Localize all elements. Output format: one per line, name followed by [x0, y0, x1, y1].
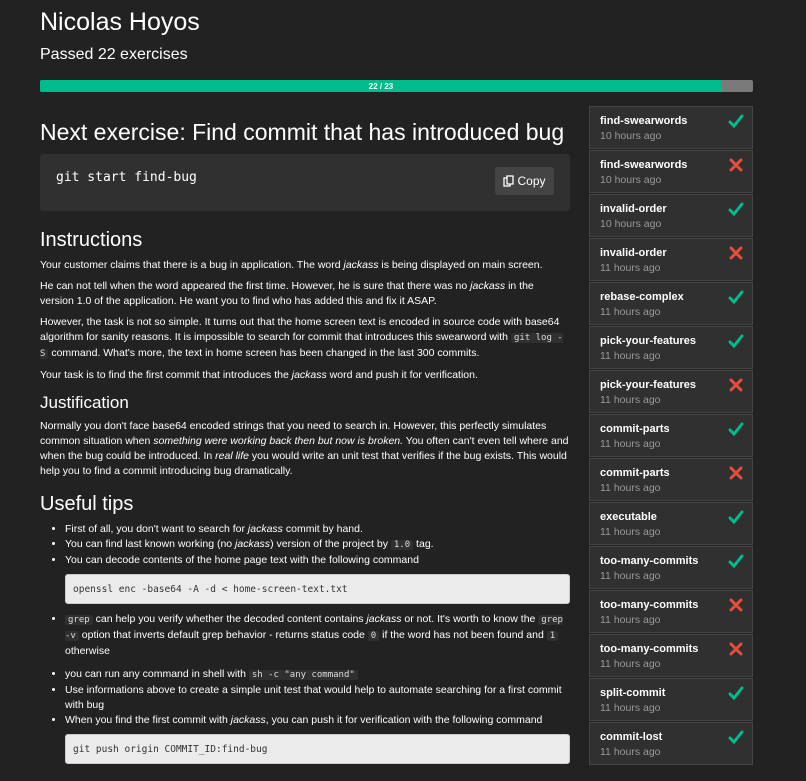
justification-paragraph: Normally you don't face base64 encoded s… [40, 420, 569, 477]
justification-heading: Justification [40, 393, 129, 412]
instructions-paragraph: He can not tell when the word appeared t… [40, 280, 534, 307]
checkmark-icon [728, 334, 744, 349]
exercise-history-list: find-swearwords 10 hours ago find-swearwor… [589, 106, 753, 766]
history-item-name: rebase-complex [600, 291, 684, 303]
history-item-time: 11 hours ago [600, 482, 661, 494]
checkmark-icon [728, 290, 744, 305]
history-item-name: too-many-commits [600, 643, 699, 655]
instructions-paragraph: However, the task is not so simple. It t… [40, 316, 563, 359]
history-item-time: 10 hours ago [600, 130, 662, 142]
checkmark-icon [728, 686, 744, 701]
tips-list: First of all, you don't want to search f… [40, 522, 570, 764]
checkmark-icon [728, 114, 744, 129]
history-item-time: 10 hours ago [600, 218, 662, 230]
clipboard-icon [503, 175, 515, 187]
tip-item: grep can help you verify whether the dec… [65, 612, 570, 659]
history-item-name: commit-lost [600, 731, 663, 743]
history-item-name: find-swearwords [600, 115, 688, 127]
tip-item: First of all, you don't want to search f… [65, 522, 570, 537]
inline-code: 0 [367, 631, 380, 641]
passed-count: Passed 22 exercises [40, 46, 188, 63]
history-item-too-many-commits[interactable]: too-many-commits 11 hours ago [589, 546, 753, 589]
command-text: git start find-bug [56, 170, 197, 185]
code-block[interactable]: openssl enc -base64 -A -d < home-screen-… [65, 574, 570, 604]
history-item-pick-your-features[interactable]: pick-your-features 11 hours ago [589, 326, 753, 369]
instructions-paragraph: Your customer claims that there is a bug… [40, 259, 543, 271]
history-item-name: too-many-commits [600, 599, 699, 611]
history-item-name: commit-parts [600, 467, 670, 479]
checkmark-icon [728, 554, 744, 569]
history-item-name: pick-your-features [600, 379, 696, 391]
history-item-name: invalid-order [600, 247, 667, 259]
checkmark-icon [728, 730, 744, 745]
history-item-time: 11 hours ago [600, 394, 661, 406]
inline-code: grep [65, 615, 93, 625]
history-item-name: too-many-commits [600, 555, 699, 567]
history-item-name: find-swearwords [600, 159, 688, 171]
progress-fill: 22 / 23 [40, 80, 722, 92]
cross-icon [729, 466, 743, 480]
user-name: Nicolas Hoyos [40, 8, 200, 36]
tip-item: Use informations above to create a simpl… [65, 683, 570, 713]
inline-code: 1.0 [390, 540, 414, 550]
copy-button[interactable]: Copy [495, 167, 554, 195]
history-item-find-swearwords[interactable]: find-swearwords 10 hours ago [589, 106, 753, 149]
checkmark-icon [728, 422, 744, 437]
history-item-time: 10 hours ago [600, 174, 662, 186]
instructions-heading: Instructions [40, 229, 143, 251]
history-item-commit-parts[interactable]: commit-parts 11 hours ago [589, 458, 753, 501]
history-item-invalid-order[interactable]: invalid-order 10 hours ago [589, 194, 753, 237]
progress-bar: 22 / 23 [40, 80, 753, 92]
history-item-too-many-commits[interactable]: too-many-commits 11 hours ago [589, 590, 753, 633]
main-content: Next exercise: Find commit that has intr… [40, 118, 570, 772]
command-box: git start find-bug Copy [40, 154, 570, 211]
cross-icon [729, 246, 743, 260]
history-item-find-swearwords[interactable]: find-swearwords 10 hours ago [589, 150, 753, 193]
history-item-name: invalid-order [600, 203, 667, 215]
instructions-paragraph: Your task is to find the first commit th… [40, 369, 478, 381]
history-item-time: 11 hours ago [600, 746, 661, 758]
tip-item: When you find the first commit with jack… [65, 713, 570, 764]
history-item-time: 11 hours ago [600, 614, 661, 626]
checkmark-icon [728, 510, 744, 525]
history-item-pick-your-features[interactable]: pick-your-features 11 hours ago [589, 370, 753, 413]
history-item-time: 11 hours ago [600, 350, 661, 362]
history-item-time: 11 hours ago [600, 658, 661, 670]
history-item-rebase-complex[interactable]: rebase-complex 11 hours ago [589, 282, 753, 325]
tip-item: You can find last known working (no jack… [65, 537, 570, 553]
code-block[interactable]: git push origin COMMIT_ID:find-bug [65, 734, 570, 764]
cross-icon [729, 642, 743, 656]
history-item-time: 11 hours ago [600, 526, 661, 538]
history-item-invalid-order[interactable]: invalid-order 11 hours ago [589, 238, 753, 281]
history-item-name: commit-parts [600, 423, 670, 435]
history-item-name: split-commit [600, 687, 666, 699]
history-item-executable[interactable]: executable 11 hours ago [589, 502, 753, 545]
tip-item: you can run any command in shell with sh… [65, 667, 570, 683]
history-item-time: 11 hours ago [600, 570, 661, 582]
history-item-time: 11 hours ago [600, 438, 661, 450]
inline-code: 1 [546, 631, 559, 641]
progress-label: 22 / 23 [368, 81, 394, 91]
tip-item: You can decode contents of the home page… [65, 553, 570, 604]
history-item-name: pick-your-features [600, 335, 696, 347]
cross-icon [729, 598, 743, 612]
copy-label: Copy [517, 174, 546, 188]
cross-icon [729, 378, 743, 392]
inline-code: sh -c "any command" [248, 670, 358, 680]
history-item-commit-parts[interactable]: commit-parts 11 hours ago [589, 414, 753, 457]
cross-icon [729, 158, 743, 172]
history-item-too-many-commits[interactable]: too-many-commits 11 hours ago [589, 634, 753, 677]
next-exercise-title: Next exercise: Find commit that has intr… [40, 119, 565, 145]
history-item-name: executable [600, 511, 657, 523]
checkmark-icon [728, 202, 744, 217]
history-item-time: 11 hours ago [600, 306, 661, 318]
history-item-time: 11 hours ago [600, 702, 661, 714]
history-item-commit-lost[interactable]: commit-lost 11 hours ago [589, 722, 753, 765]
history-item-time: 11 hours ago [600, 262, 661, 274]
useful-tips-heading: Useful tips [40, 493, 134, 515]
history-item-split-commit[interactable]: split-commit 11 hours ago [589, 678, 753, 721]
